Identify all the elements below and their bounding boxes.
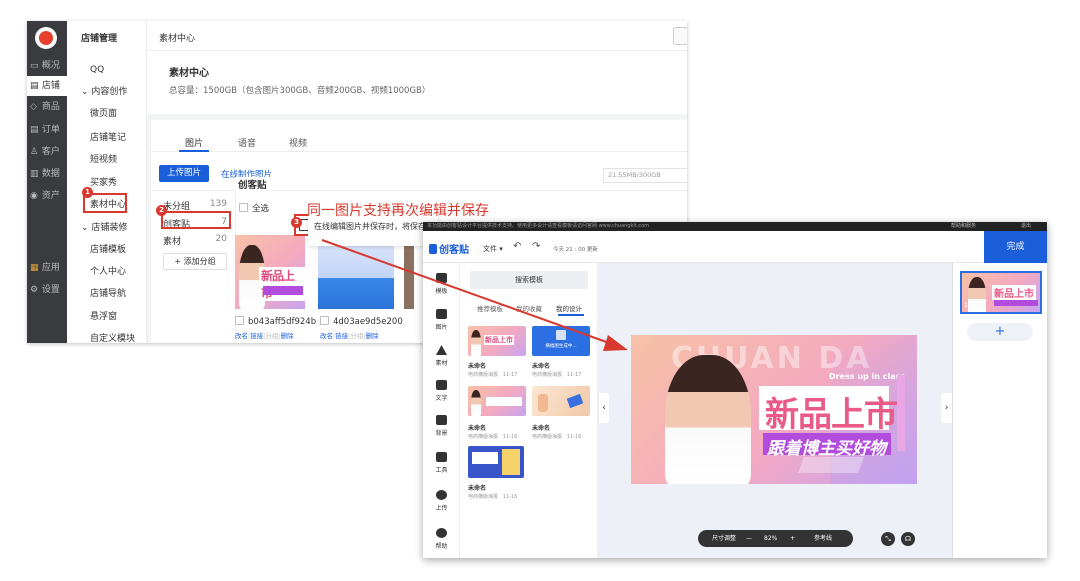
arrow-head xyxy=(603,335,628,351)
annotation-arrow xyxy=(321,239,628,351)
arrow-line xyxy=(321,239,613,345)
